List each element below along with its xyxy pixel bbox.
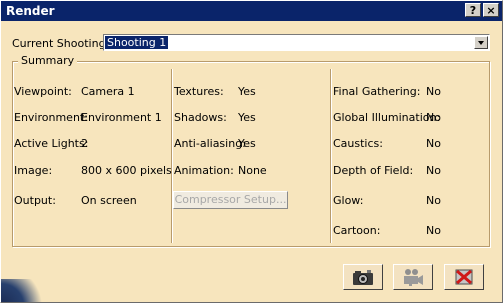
render-button[interactable] [343, 264, 383, 290]
render-dialog: Render ? × Current Shooting: Shooting 1 … [0, 0, 503, 303]
textures-value: Yes [238, 85, 256, 98]
window-title: Render [6, 4, 55, 18]
active-lights-label: Active Lights: [14, 137, 89, 150]
depth-of-field-value: No [426, 164, 441, 177]
help-button[interactable]: ? [465, 3, 481, 17]
global-illumination-label: Global Illumination: [333, 111, 441, 124]
animation-label: Animation: [174, 164, 234, 177]
image-value: 800 x 600 pixels [81, 164, 172, 177]
close-render-icon [455, 269, 473, 285]
shadows-label: Shadows: [174, 111, 227, 124]
chevron-down-icon[interactable] [474, 36, 488, 49]
caustics-label: Caustics: [333, 137, 383, 150]
global-illumination-value: No [426, 111, 441, 124]
environment-label: Environment: [14, 111, 88, 124]
depth-of-field-label: Depth of Field: [333, 164, 414, 177]
anti-aliasing-label: Anti-aliasing: [174, 137, 246, 150]
movie-camera-icon [404, 269, 423, 286]
output-value: On screen [81, 194, 137, 207]
caustics-value: No [426, 137, 441, 150]
viewpoint-label: Viewpoint: [14, 85, 72, 98]
final-gathering-value: No [426, 85, 441, 98]
close-render-button[interactable] [444, 264, 484, 290]
environment-value: Environment 1 [81, 111, 162, 124]
render-animation-button[interactable] [393, 264, 433, 290]
camera-icon [353, 270, 373, 285]
cartoon-value: No [426, 224, 441, 237]
column-divider [171, 69, 173, 243]
viewpoint-value: Camera 1 [81, 85, 135, 98]
background-decoration [1, 279, 51, 302]
shadows-value: Yes [238, 111, 256, 124]
image-label: Image: [14, 164, 53, 177]
output-label: Output: [14, 194, 56, 207]
cartoon-label: Cartoon: [333, 224, 381, 237]
glow-value: No [426, 194, 441, 207]
active-lights-value: 2 [81, 137, 88, 150]
summary-legend: Summary [18, 54, 78, 67]
current-shooting-value: Shooting 1 [105, 36, 169, 49]
glow-label: Glow: [333, 194, 364, 207]
anti-aliasing-value: Yes [238, 137, 256, 150]
title-bar: Render ? × [1, 1, 502, 21]
textures-label: Textures: [174, 85, 224, 98]
close-button[interactable]: × [483, 3, 499, 17]
final-gathering-label: Final Gathering: [333, 85, 421, 98]
column-divider [330, 69, 332, 243]
current-shooting-label: Current Shooting: [12, 37, 110, 50]
current-shooting-dropdown[interactable]: Shooting 1 [103, 34, 490, 51]
compressor-setup-button[interactable]: Compressor Setup... [173, 191, 288, 209]
animation-value: None [238, 164, 267, 177]
